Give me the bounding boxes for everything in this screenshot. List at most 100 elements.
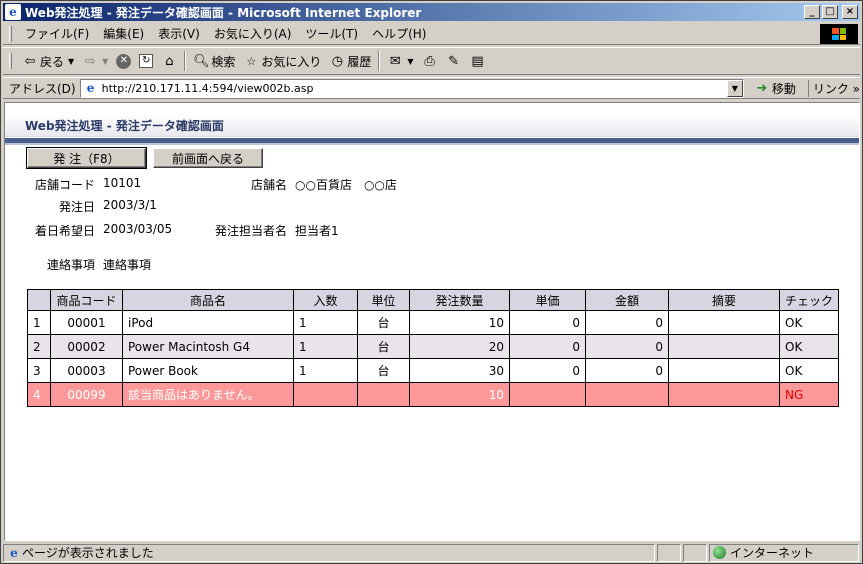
cell-code: 00002 bbox=[50, 334, 123, 359]
back-label: 戻る bbox=[40, 54, 65, 69]
cell-code: 00003 bbox=[50, 358, 123, 383]
store-name-value: ○○百貨店 ○○店 bbox=[295, 178, 397, 192]
toolbar-grip bbox=[9, 53, 12, 69]
cell-amount: 0 bbox=[585, 310, 669, 335]
address-box[interactable]: e ▼ bbox=[79, 78, 744, 98]
col-header-code: 商品コード bbox=[50, 289, 123, 311]
cell-name: 該当商品はありません。 bbox=[122, 382, 294, 407]
address-bar: アドレス(D) e ▼ ➜ 移動 リンク » bbox=[3, 77, 860, 99]
cell-name: Power Macintosh G4 bbox=[122, 334, 294, 359]
col-header-check: チェック bbox=[778, 289, 840, 311]
back-button[interactable]: ⇦ 戻る ▼ bbox=[18, 50, 78, 72]
cell-qty-per: 1 bbox=[293, 310, 358, 335]
cell-no: 1 bbox=[27, 310, 51, 335]
refresh-icon: ↻ bbox=[139, 54, 154, 68]
mail-button[interactable]: ✉ ▼ bbox=[383, 50, 417, 72]
order-date-value: 2003/3/1 bbox=[103, 198, 157, 212]
menu-view[interactable]: 表示(V) bbox=[151, 25, 207, 42]
menu-favorites[interactable]: お気に入り(A) bbox=[207, 25, 299, 42]
cell-unit: 台 bbox=[357, 310, 410, 335]
forward-dropdown-icon[interactable]: ▼ bbox=[102, 57, 108, 66]
history-button[interactable]: ◷ 履歴 bbox=[325, 50, 375, 72]
store-name-label: 店舗名 bbox=[250, 178, 287, 192]
cell-code: 00099 bbox=[50, 382, 123, 407]
page-title: Web発注処理 - 発注データ確認画面 bbox=[5, 115, 859, 137]
standard-toolbar: ⇦ 戻る ▼ ⇨ ▼ ✕ ↻ ⌂ 🔍︎ 検索 ☆ お気に入り ◷ 履歴 ✉ ▼ … bbox=[3, 47, 860, 75]
edit-icon: ✎ bbox=[448, 53, 459, 69]
col-header-no bbox=[27, 289, 51, 311]
cell-memo bbox=[668, 334, 780, 359]
address-label: アドレス(D) bbox=[9, 81, 76, 96]
page-content: Web発注処理 - 発注データ確認画面 発 注（F8） 前画面へ戻る 店舗コード… bbox=[4, 102, 860, 541]
table-row: 2 00002 Power Macintosh G4 1 台 20 0 0 OK bbox=[27, 334, 840, 359]
cell-unit bbox=[357, 382, 410, 407]
print-icon: ⎙ bbox=[424, 53, 435, 69]
menubar-grip bbox=[9, 25, 12, 42]
edit-button[interactable]: ✎ bbox=[442, 50, 466, 72]
mail-icon: ✉ bbox=[389, 53, 401, 69]
arrival-date-value: 2003/03/05 bbox=[103, 222, 173, 236]
cell-no: 4 bbox=[27, 382, 51, 407]
internet-globe-icon bbox=[713, 546, 726, 559]
order-f8-button[interactable]: 発 注（F8） bbox=[26, 147, 147, 169]
close-button[interactable]: × bbox=[842, 5, 858, 19]
back-dropdown-icon[interactable]: ▼ bbox=[68, 57, 74, 66]
go-label: 移動 bbox=[771, 81, 796, 96]
home-icon: ⌂ bbox=[165, 53, 174, 69]
status-zone-panel: インターネット bbox=[709, 543, 859, 562]
forward-button[interactable]: ⇨ ▼ bbox=[78, 50, 112, 72]
cell-name: iPod bbox=[122, 310, 294, 335]
status-progress-panel bbox=[657, 543, 681, 562]
address-dropdown-icon[interactable]: ▼ bbox=[726, 79, 743, 97]
cell-qty-per: 1 bbox=[293, 358, 358, 383]
search-icon: 🔍︎ bbox=[193, 53, 210, 69]
search-label: 検索 bbox=[211, 54, 236, 69]
window-title: Web発注処理 - 発注データ確認画面 - Microsoft Internet… bbox=[25, 5, 422, 20]
minimize-button[interactable]: _ bbox=[804, 5, 820, 19]
address-input[interactable] bbox=[101, 81, 722, 95]
header-divider bbox=[5, 138, 859, 145]
forward-arrow-icon: ⇨ bbox=[84, 53, 96, 69]
stop-icon: ✕ bbox=[116, 53, 132, 69]
back-to-previous-button[interactable]: 前画面へ戻る bbox=[153, 148, 263, 168]
history-icon: ◷ bbox=[331, 53, 344, 69]
person-label: 発注担当者名 bbox=[214, 224, 287, 238]
print-button[interactable]: ⎙ bbox=[418, 50, 442, 72]
cell-name: Power Book bbox=[122, 358, 294, 383]
stop-button[interactable]: ✕ bbox=[112, 50, 135, 72]
discuss-button[interactable]: ▤ bbox=[466, 50, 490, 72]
cell-memo bbox=[668, 310, 780, 335]
page-icon: e bbox=[86, 81, 95, 95]
go-button[interactable]: ➜ 移動 bbox=[754, 80, 796, 97]
cell-order-qty: 10 bbox=[409, 382, 510, 407]
menu-tools[interactable]: ツール(T) bbox=[298, 25, 365, 42]
cell-no: 2 bbox=[27, 334, 51, 359]
menu-edit[interactable]: 編集(E) bbox=[96, 25, 151, 42]
cell-price bbox=[509, 382, 586, 407]
cell-order-qty: 20 bbox=[409, 334, 510, 359]
order-items-table: 商品コード 商品名 入数 単位 発注数量 単価 金額 摘要 チェック 1 000… bbox=[27, 289, 840, 407]
home-button[interactable]: ⌂ bbox=[157, 50, 181, 72]
cell-price: 0 bbox=[509, 334, 586, 359]
menu-file[interactable]: ファイル(F) bbox=[18, 25, 96, 42]
cell-check: OK bbox=[778, 310, 840, 335]
search-button[interactable]: 🔍︎ 検索 bbox=[189, 50, 239, 72]
person-value: 担当者1 bbox=[295, 224, 339, 238]
col-header-name: 商品名 bbox=[122, 289, 294, 311]
col-header-amount: 金額 bbox=[585, 289, 669, 311]
table-row: 1 00001 iPod 1 台 10 0 0 OK bbox=[27, 310, 840, 335]
notes-value: 連絡事項 bbox=[103, 258, 152, 272]
menu-help[interactable]: ヘルプ(H) bbox=[365, 25, 433, 42]
title-bar[interactable]: e Web発注処理 - 発注データ確認画面 - Microsoft Intern… bbox=[3, 3, 860, 21]
favorites-button[interactable]: ☆ お気に入り bbox=[239, 50, 325, 72]
col-header-memo: 摘要 bbox=[668, 289, 780, 311]
store-code-label: 店舗コード bbox=[34, 178, 95, 192]
mail-dropdown-icon[interactable]: ▼ bbox=[407, 57, 413, 66]
cell-amount: 0 bbox=[585, 334, 669, 359]
maximize-button[interactable]: □ bbox=[822, 5, 838, 19]
refresh-button[interactable]: ↻ bbox=[135, 50, 157, 72]
links-button[interactable]: リンク » bbox=[807, 79, 860, 97]
store-code-value: 10101 bbox=[103, 176, 142, 190]
cell-check: NG bbox=[778, 382, 840, 407]
cell-qty-per: 1 bbox=[293, 334, 358, 359]
